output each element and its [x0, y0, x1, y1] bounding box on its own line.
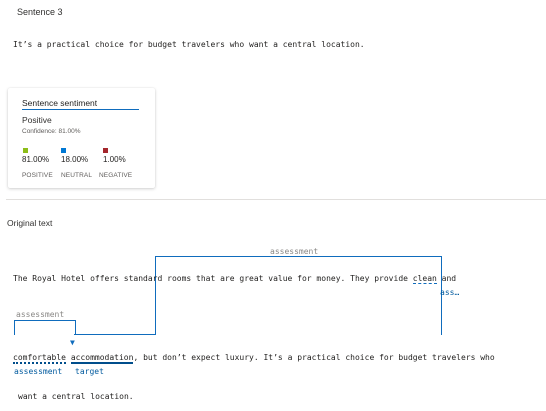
relation-connector-left [14, 320, 76, 335]
entity-tag-assessment[interactable]: assessment [14, 367, 62, 376]
section-divider [6, 199, 546, 200]
sentence-text: It’s a practical choice for budget trave… [13, 40, 365, 49]
neutral-swatch [61, 148, 66, 153]
positive-swatch [23, 148, 28, 153]
line1-text-after: and [436, 274, 457, 283]
relation-connector-top [155, 256, 442, 335]
line2-text-after: , but don’t expect luxury. It’s a practi… [133, 353, 495, 362]
card-title-underline [22, 109, 139, 110]
relation-connector-join [74, 334, 155, 335]
sentiment-label: Positive [22, 115, 52, 125]
original-line-2: comfortable accommodation, but don’t exp… [13, 353, 495, 364]
line1-text-before: The Royal Hotel offers standard rooms th… [13, 274, 413, 283]
sentence-heading: Sentence 3 [17, 7, 63, 17]
relation-label-left[interactable]: assessment [14, 310, 67, 319]
entity-tag-target[interactable]: target [75, 367, 104, 376]
relation-label-top[interactable]: assessment [268, 247, 321, 256]
original-line-3: want a central location. [18, 392, 134, 401]
negative-category: NEGATIVE [99, 172, 133, 179]
entity-accommodation[interactable]: accommodation [70, 353, 134, 364]
confidence-text: Confidence: 81.00% [22, 128, 81, 135]
arrow-down-icon: ▼ [70, 338, 75, 347]
original-text-heading: Original text [7, 218, 53, 228]
neutral-score: 18.00% [61, 155, 89, 164]
entity-comfortable[interactable]: comfortable [13, 353, 66, 364]
negative-score: 1.00% [103, 155, 126, 164]
sentence-sentiment-card: Sentence sentiment Positive Confidence: … [8, 88, 155, 188]
original-line-1: The Royal Hotel offers standard rooms th… [13, 274, 457, 284]
entity-tag-clean[interactable]: ass… [440, 288, 459, 297]
neutral-category: NEUTRAL [61, 172, 93, 179]
positive-score: 81.00% [22, 155, 50, 164]
entity-clean[interactable]: clean [412, 274, 437, 284]
card-title: Sentence sentiment [22, 98, 98, 108]
positive-category: POSITIVE [22, 172, 53, 179]
negative-swatch [103, 148, 108, 153]
